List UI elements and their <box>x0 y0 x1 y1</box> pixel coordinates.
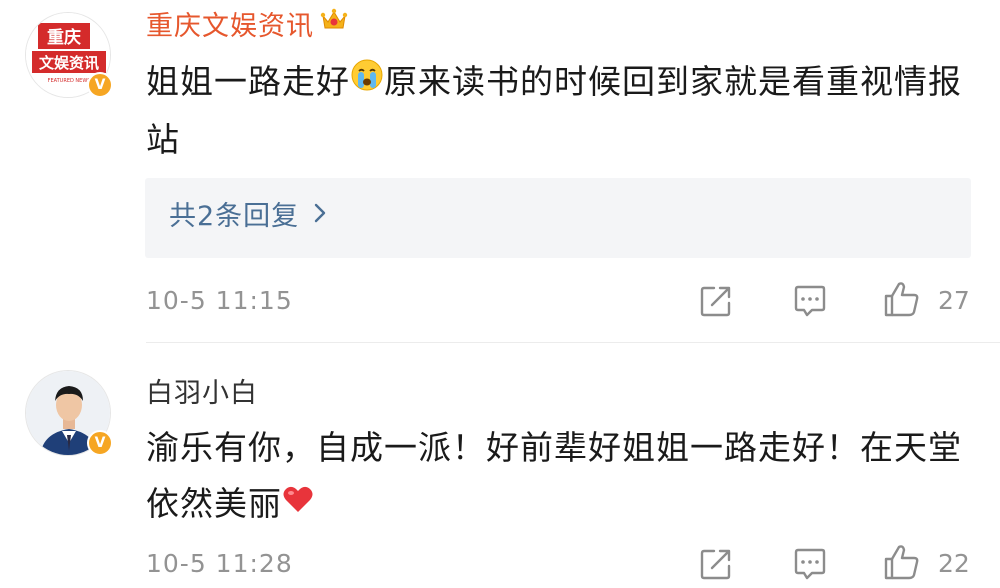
like-count: 22 <box>938 549 970 578</box>
crown-icon <box>320 7 348 42</box>
verified-icon: V <box>87 72 113 98</box>
chevron-right-icon <box>313 198 327 234</box>
divider <box>146 342 1000 343</box>
comment-button[interactable] <box>792 546 832 582</box>
comment-icon <box>794 548 826 580</box>
username[interactable]: 白羽小白 <box>146 377 258 411</box>
share-button[interactable] <box>698 546 738 582</box>
avatar-logo-line1: 重庆 <box>47 27 81 48</box>
share-button[interactable] <box>698 283 738 319</box>
comment-button[interactable] <box>792 283 832 319</box>
username[interactable]: 重庆文娱资讯 <box>146 7 348 45</box>
avatar[interactable]: 重庆 文娱资讯 FEATURED NEWS V <box>25 12 113 98</box>
like-icon <box>884 545 919 580</box>
share-icon <box>700 286 731 317</box>
like-icon <box>884 282 919 317</box>
comment-text-part1: 姐姐一路走好 <box>146 62 350 101</box>
comment-list: 重庆 文娱资讯 FEATURED NEWS V 重庆文娱资讯 姐姐一路走好 原来… <box>0 0 1000 588</box>
heart-emoji-icon <box>282 475 314 531</box>
timestamp: 10-5 11:15 <box>146 286 293 315</box>
like-count: 27 <box>938 286 970 315</box>
verified-icon: V <box>87 430 113 456</box>
avatar-logo-line2: 文娱资讯 <box>39 54 99 72</box>
username-text[interactable]: 重庆文娱资讯 <box>146 11 314 42</box>
share-icon <box>700 549 731 580</box>
timestamp: 10-5 11:28 <box>146 549 293 578</box>
avatar-logo-small: FEATURED NEWS <box>48 78 91 84</box>
view-replies-link[interactable]: 共2条回复 <box>169 199 327 236</box>
view-replies-label[interactable]: 共2条回复 <box>169 201 299 232</box>
reply-box[interactable]: 共2条回复 <box>145 178 971 258</box>
comment-text: 姐姐一路走好 原来读书的时候回到家就是看重视情报站 <box>146 54 976 168</box>
comment-text: 渝乐有你，自成一派！好前辈好姐姐一路走好！在天堂依然美丽 <box>146 420 976 534</box>
comment-text-main: 渝乐有你，自成一派！好前辈好姐姐一路走好！在天堂依然美丽 <box>146 428 962 523</box>
crying-emoji-icon <box>350 53 384 109</box>
comment-icon <box>794 285 826 317</box>
avatar[interactable]: V <box>25 370 113 456</box>
